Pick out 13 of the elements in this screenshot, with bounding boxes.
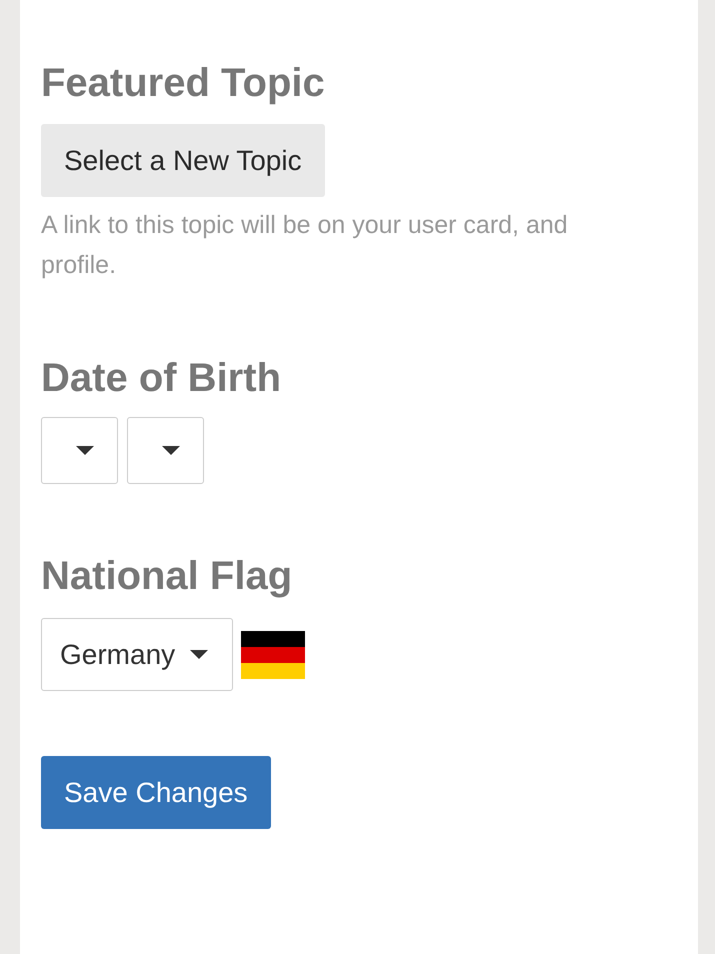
help-text: A link to this topic will be on your user card, and profile. [41, 210, 569, 281]
section-heading: Featured Topic [41, 60, 325, 107]
section-heading: National Flag [41, 553, 292, 600]
caret-down-icon [162, 446, 180, 455]
country-dropdown[interactable]: Germany [41, 618, 234, 691]
date-dropdown[interactable] [127, 417, 204, 484]
date-dropdown[interactable] [41, 417, 118, 484]
caret-down-icon [190, 650, 208, 659]
flag-icon [241, 630, 306, 678]
caret-down-icon [76, 446, 94, 455]
section-heading: Date of Birth [41, 355, 281, 402]
save-changes-button[interactable]: Save Changes [41, 756, 271, 829]
select-topic-button[interactable]: Select a New Topic [41, 124, 325, 197]
